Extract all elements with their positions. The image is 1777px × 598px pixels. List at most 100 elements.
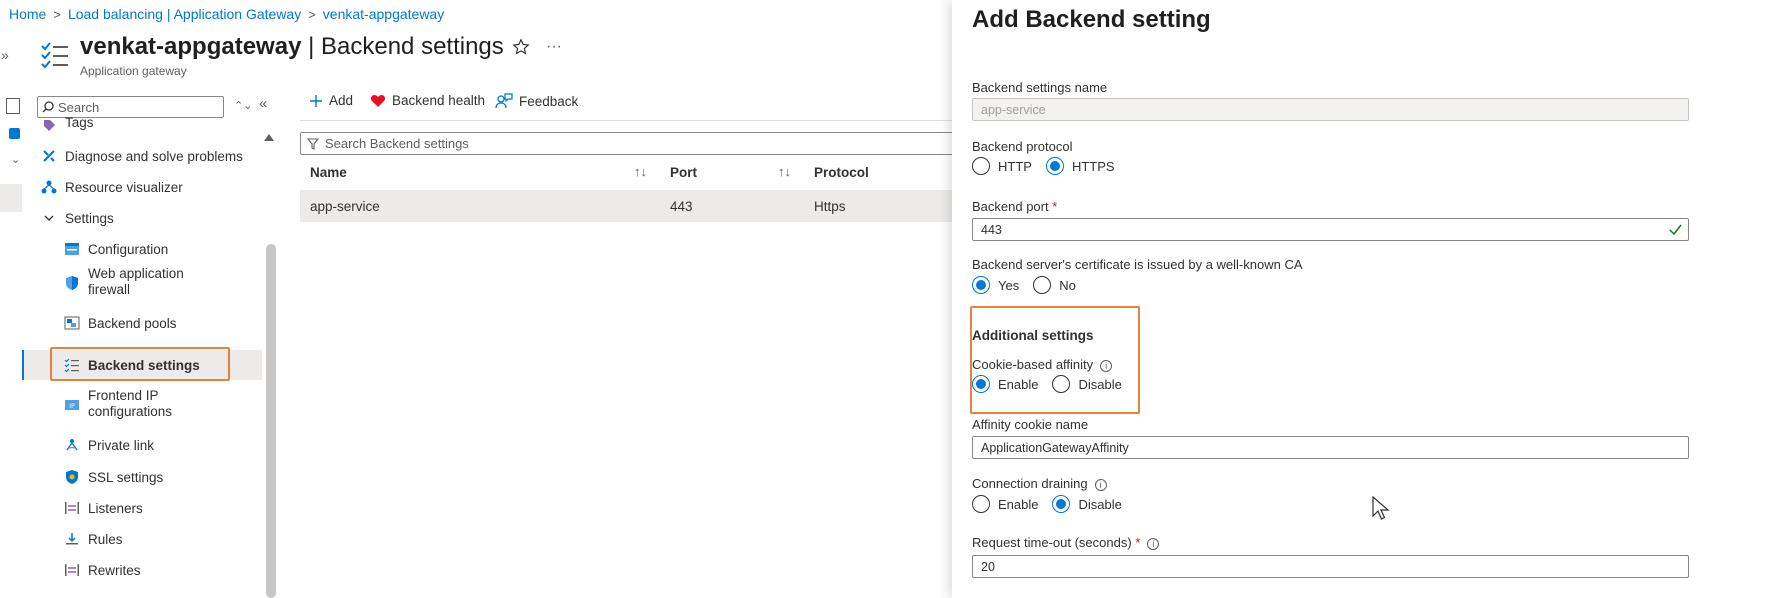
sidebar-item-rules[interactable]: Rules [22,528,262,550]
expand-menu-icon[interactable]: » [1,47,9,63]
radio-label: No [1059,277,1076,293]
sidebar-item-label: Rules [88,531,123,547]
table-row[interactable] [300,190,955,222]
sidebar-item-label: Resource visualizer [65,179,183,195]
affinity-disable-option[interactable]: Disable [1052,375,1122,393]
sidebar-item-label: Tags [65,117,94,130]
draining-enable-option[interactable]: Enable [972,495,1038,513]
info-icon[interactable]: i [1147,537,1160,550]
backend-port-field[interactable]: 443 [972,218,1689,241]
configuration-icon [63,240,81,258]
protocol-http-option[interactable]: HTTP [972,157,1032,175]
hierarchy-icon [40,178,58,196]
breadcrumb-load-balancing[interactable]: Load balancing | Application Gateway [68,6,301,22]
request-timeout-field[interactable] [972,555,1689,578]
wrench-icon [40,147,58,165]
draining-disable-option[interactable]: Disable [1052,495,1122,513]
column-header-port[interactable]: Port [670,165,697,180]
cell-name[interactable]: app-service [310,199,380,214]
certificate-label: Backend server's certificate is issued b… [972,257,1303,272]
sidebar-group-settings[interactable]: Settings [22,207,262,229]
column-header-protocol[interactable]: Protocol [814,165,869,180]
backend-health-button[interactable]: Backend health [370,93,485,108]
resource-name: venkat-appgateway [80,33,302,60]
strip-search-icon[interactable] [6,98,20,114]
radio-enable[interactable] [972,495,990,513]
sort-icon[interactable]: ↑↓ [634,164,647,179]
cell-protocol: Https [814,199,846,214]
filter-icon [307,137,319,150]
additional-settings-heading: Additional settings [972,328,1094,343]
menu-scrollbar-thumb[interactable] [266,244,276,598]
radio-label: HTTP [998,158,1032,174]
label-text: Cookie-based affinity [972,357,1094,372]
blade-name: Backend settings [321,33,504,60]
affinity-cookie-name-label: Affinity cookie name [972,417,1089,432]
grid-search-box[interactable] [300,132,960,155]
radio-enable[interactable] [972,375,990,393]
info-icon[interactable]: i [1100,359,1113,372]
affinity-cookie-name-field[interactable] [972,436,1689,459]
breadcrumb-appgateway[interactable]: venkat-appgateway [323,6,444,22]
menu-search-box[interactable] [37,96,224,118]
radio-label: Enable [998,496,1039,512]
tag-icon [40,117,58,133]
favorite-star-icon[interactable] [512,38,532,58]
backend-pools-icon [63,314,81,332]
sort-icon[interactable]: ↑↓ [778,164,791,179]
sidebar-item-listeners[interactable]: Listeners [22,497,262,519]
radio-http[interactable] [972,157,990,175]
sidebar-item-label: Listeners [88,500,143,516]
radio-no[interactable] [1033,276,1052,294]
radio-disable[interactable] [1052,375,1071,393]
svg-text:IP: IP [69,403,75,410]
plus-icon [310,94,322,107]
sidebar-item-resource-visualizer[interactable]: Resource visualizer [22,176,262,198]
cert-no-option[interactable]: No [1033,276,1076,294]
application-gateway-icon [40,40,70,70]
sidebar-item-backend-pools[interactable]: Backend pools [22,312,262,334]
backend-settings-name-field [972,98,1689,121]
sidebar-item-private-link[interactable]: Private link [22,434,262,456]
radio-disable[interactable] [1052,495,1071,513]
sidebar-item-label: Web application firewall [88,266,184,298]
collapse-menu-icon[interactable]: « [259,95,267,112]
sidebar-item-frontend-ip[interactable]: IP Frontend IP configurations [22,388,262,424]
panel-title: Add Backend setting [972,6,1211,33]
sidebar-item-label: Diagnose and solve problems [65,148,243,164]
radio-https[interactable] [1045,157,1064,175]
backend-protocol-label: Backend protocol [972,139,1073,154]
mouse-cursor-icon [1372,496,1390,522]
add-button[interactable]: Add [309,93,353,108]
sidebar-item-configuration[interactable]: Configuration [22,238,262,260]
sidebar-item-label: Backend pools [88,315,177,331]
protocol-https-option[interactable]: HTTPS [1045,157,1115,175]
grid-search-input[interactable] [325,136,925,151]
sidebar-item-ssl-settings[interactable]: SSL settings [22,466,262,488]
sidebar-item-web-application-firewall[interactable]: Web application firewall [22,266,262,302]
radio-label: Yes [998,277,1020,293]
affinity-enable-option[interactable]: Enable [972,375,1038,393]
column-header-name[interactable]: Name [310,165,347,180]
feedback-button[interactable]: Feedback [495,93,578,109]
sidebar-item-rewrites[interactable]: Rewrites [22,559,262,581]
shield-icon [63,274,81,292]
heart-icon [370,94,386,107]
title-separator: | [301,33,321,60]
sort-toggle-icon[interactable]: ⌃⌄ [234,99,252,112]
radio-yes[interactable] [972,276,990,294]
rules-icon [63,530,81,548]
more-options-icon[interactable]: ··· [546,38,562,56]
info-icon[interactable]: i [1094,478,1107,491]
sidebar-item-tags[interactable]: Tags [22,117,262,133]
strip-resource-icon[interactable] [9,128,20,139]
radio-label: Disable [1078,376,1122,392]
cert-yes-option[interactable]: Yes [972,276,1019,294]
page-title: venkat-appgateway | Backend settings [80,33,504,61]
breadcrumb-home[interactable]: Home [9,6,46,22]
strip-chevron-icon[interactable]: ⌄ [11,153,20,166]
certificate-radio-group: Yes No [972,276,1090,294]
sidebar-item-diagnose[interactable]: Diagnose and solve problems [22,145,262,167]
menu-search-input[interactable] [58,99,218,115]
connection-draining-radio-group: Enable Disable [972,495,1136,513]
